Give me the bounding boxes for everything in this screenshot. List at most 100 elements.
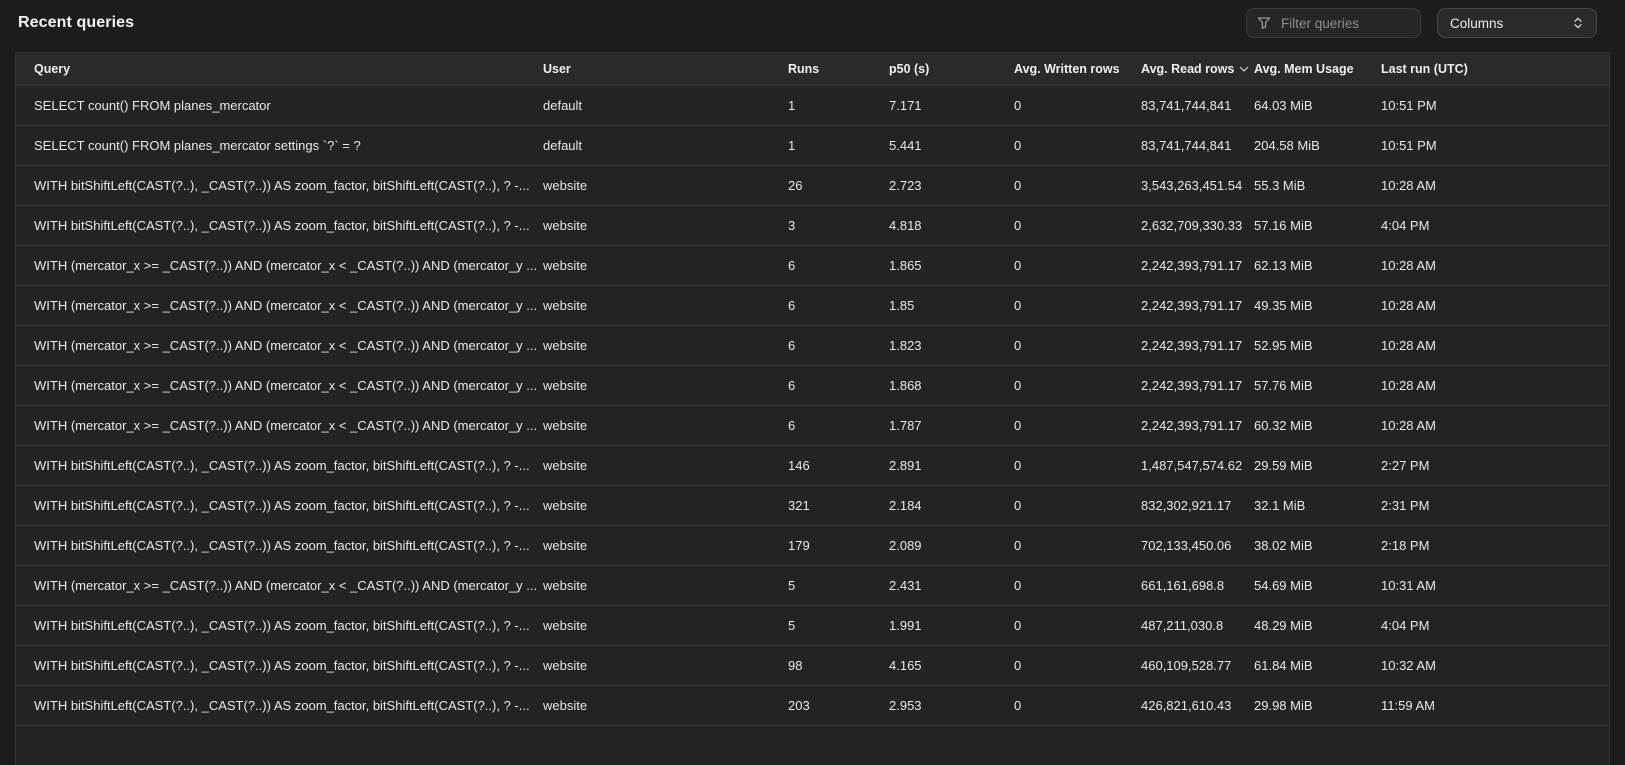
table-row[interactable]: WITH bitShiftLeft(CAST(?..), _CAST(?..))…	[16, 165, 1609, 205]
cell-p50: 2.953	[889, 698, 1014, 713]
cell-last-run: 10:28 AM	[1381, 178, 1609, 193]
table-row[interactable]: WITH (mercator_x >= _CAST(?..)) AND (mer…	[16, 245, 1609, 285]
cell-runs: 6	[788, 298, 889, 313]
column-header-query[interactable]: Query	[34, 62, 543, 76]
table-row[interactable]: WITH bitShiftLeft(CAST(?..), _CAST(?..))…	[16, 205, 1609, 245]
topbar: Recent queries Columns	[0, 0, 1625, 52]
cell-last-run: 10:31 AM	[1381, 578, 1609, 593]
cell-runs: 98	[788, 658, 889, 673]
cell-p50: 2.431	[889, 578, 1014, 593]
cell-mem-usage: 48.29 MiB	[1254, 618, 1381, 633]
column-header-last-run-utc[interactable]: Last run (UTC)	[1381, 62, 1609, 76]
cell-written-rows: 0	[1014, 218, 1141, 233]
cell-p50: 1.865	[889, 258, 1014, 273]
cell-mem-usage: 52.95 MiB	[1254, 338, 1381, 353]
cell-user: website	[543, 378, 788, 393]
cell-written-rows: 0	[1014, 178, 1141, 193]
cell-last-run: 2:27 PM	[1381, 458, 1609, 473]
table-body: SELECT count() FROM planes_mercator defa…	[16, 85, 1609, 725]
table-row[interactable]: WITH (mercator_x >= _CAST(?..)) AND (mer…	[16, 405, 1609, 445]
cell-user: default	[543, 98, 788, 113]
cell-mem-usage: 54.69 MiB	[1254, 578, 1381, 593]
table-row[interactable]: SELECT count() FROM planes_mercator sett…	[16, 125, 1609, 165]
cell-mem-usage: 204.58 MiB	[1254, 138, 1381, 153]
cell-last-run: 11:59 AM	[1381, 698, 1609, 713]
columns-select[interactable]: Columns	[1437, 8, 1597, 38]
cell-runs: 1	[788, 138, 889, 153]
table-row[interactable]: WITH bitShiftLeft(CAST(?..), _CAST(?..))…	[16, 485, 1609, 525]
cell-read-rows: 83,741,744,841	[1141, 98, 1254, 113]
cell-p50: 2.089	[889, 538, 1014, 553]
cell-written-rows: 0	[1014, 378, 1141, 393]
cell-query: WITH bitShiftLeft(CAST(?..), _CAST(?..))…	[34, 218, 543, 233]
sort-desc-icon	[1239, 66, 1249, 73]
cell-mem-usage: 49.35 MiB	[1254, 298, 1381, 313]
cell-runs: 3	[788, 218, 889, 233]
column-header-user[interactable]: User	[543, 62, 788, 76]
cell-read-rows: 661,161,698.8	[1141, 578, 1254, 593]
cell-read-rows: 487,211,030.8	[1141, 618, 1254, 633]
column-header-avg-written-rows[interactable]: Avg. Written rows	[1014, 62, 1141, 76]
column-header-avg-mem-usage[interactable]: Avg. Mem Usage	[1254, 62, 1381, 76]
cell-p50: 1.787	[889, 418, 1014, 433]
cell-user: website	[543, 218, 788, 233]
cell-read-rows: 2,242,393,791.17	[1141, 418, 1254, 433]
cell-user: website	[543, 258, 788, 273]
cell-runs: 6	[788, 418, 889, 433]
table-row[interactable]: WITH (mercator_x >= _CAST(?..)) AND (mer…	[16, 325, 1609, 365]
table-row[interactable]: WITH bitShiftLeft(CAST(?..), _CAST(?..))…	[16, 445, 1609, 485]
cell-read-rows: 460,109,528.77	[1141, 658, 1254, 673]
table-header-row: Query User Runs p50 (s) Avg. Written row…	[16, 53, 1609, 85]
filter-queries-box[interactable]	[1246, 8, 1421, 38]
cell-p50: 2.184	[889, 498, 1014, 513]
cell-read-rows: 2,242,393,791.17	[1141, 298, 1254, 313]
cell-runs: 5	[788, 618, 889, 633]
cell-query: WITH (mercator_x >= _CAST(?..)) AND (mer…	[34, 378, 543, 393]
table-row-clipped[interactable]	[16, 725, 1609, 765]
column-header-label: Query	[34, 62, 70, 76]
cell-p50: 1.991	[889, 618, 1014, 633]
toolbar-controls: Columns	[1246, 8, 1597, 38]
column-header-avg-read-rows[interactable]: Avg. Read rows	[1141, 62, 1254, 76]
cell-written-rows: 0	[1014, 338, 1141, 353]
table-row[interactable]: WITH bitShiftLeft(CAST(?..), _CAST(?..))…	[16, 525, 1609, 565]
cell-written-rows: 0	[1014, 258, 1141, 273]
cell-user: website	[543, 538, 788, 553]
cell-query: WITH (mercator_x >= _CAST(?..)) AND (mer…	[34, 298, 543, 313]
column-header-p50-s[interactable]: p50 (s)	[889, 62, 1014, 76]
cell-last-run: 10:28 AM	[1381, 418, 1609, 433]
cell-runs: 203	[788, 698, 889, 713]
cell-user: website	[543, 178, 788, 193]
cell-last-run: 4:04 PM	[1381, 618, 1609, 633]
table-row[interactable]: WITH bitShiftLeft(CAST(?..), _CAST(?..))…	[16, 685, 1609, 725]
cell-query: WITH bitShiftLeft(CAST(?..), _CAST(?..))…	[34, 498, 543, 513]
column-header-label: p50 (s)	[889, 62, 929, 76]
cell-written-rows: 0	[1014, 458, 1141, 473]
cell-user: website	[543, 418, 788, 433]
cell-p50: 2.723	[889, 178, 1014, 193]
cell-query: WITH (mercator_x >= _CAST(?..)) AND (mer…	[34, 258, 543, 273]
cell-last-run: 10:32 AM	[1381, 658, 1609, 673]
cell-last-run: 10:28 AM	[1381, 298, 1609, 313]
cell-read-rows: 83,741,744,841	[1141, 138, 1254, 153]
chevron-up-down-icon	[1572, 16, 1584, 30]
cell-user: website	[543, 338, 788, 353]
table-row[interactable]: WITH bitShiftLeft(CAST(?..), _CAST(?..))…	[16, 605, 1609, 645]
cell-written-rows: 0	[1014, 298, 1141, 313]
cell-query: WITH (mercator_x >= _CAST(?..)) AND (mer…	[34, 578, 543, 593]
column-header-label: Last run (UTC)	[1381, 62, 1468, 76]
cell-mem-usage: 32.1 MiB	[1254, 498, 1381, 513]
cell-written-rows: 0	[1014, 578, 1141, 593]
cell-last-run: 4:04 PM	[1381, 218, 1609, 233]
table-row[interactable]: WITH bitShiftLeft(CAST(?..), _CAST(?..))…	[16, 645, 1609, 685]
column-header-runs[interactable]: Runs	[788, 62, 889, 76]
filter-queries-input[interactable]	[1279, 15, 1410, 32]
cell-last-run: 2:18 PM	[1381, 538, 1609, 553]
cell-runs: 26	[788, 178, 889, 193]
table-row[interactable]: SELECT count() FROM planes_mercator defa…	[16, 85, 1609, 125]
table-row[interactable]: WITH (mercator_x >= _CAST(?..)) AND (mer…	[16, 285, 1609, 325]
cell-runs: 5	[788, 578, 889, 593]
table-row[interactable]: WITH (mercator_x >= _CAST(?..)) AND (mer…	[16, 365, 1609, 405]
cell-read-rows: 2,242,393,791.17	[1141, 338, 1254, 353]
table-row[interactable]: WITH (mercator_x >= _CAST(?..)) AND (mer…	[16, 565, 1609, 605]
